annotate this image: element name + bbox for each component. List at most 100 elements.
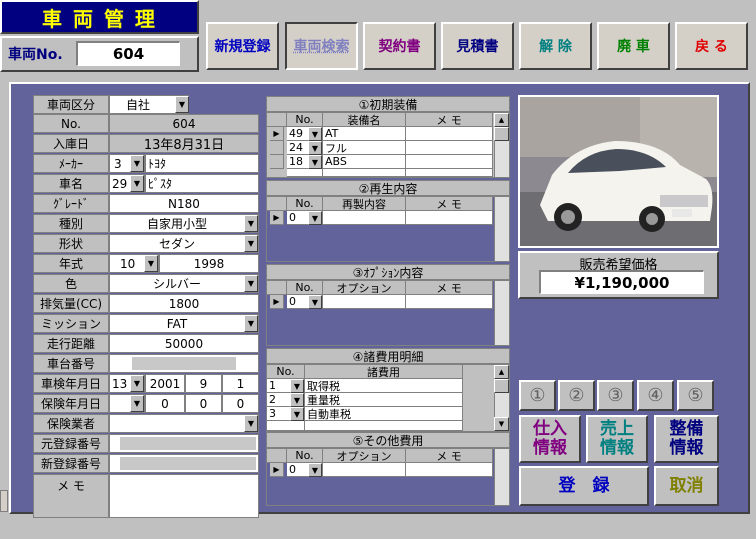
- other-col-memo: メ モ: [406, 449, 493, 463]
- nyuko-value[interactable]: 13年8月31日: [109, 134, 259, 153]
- car-name-dropdown-icon[interactable]: ▼: [130, 175, 144, 192]
- app-title-bar: 車 両 管 理: [0, 0, 199, 34]
- nenshiki-dropdown-icon[interactable]: ▼: [144, 255, 158, 272]
- initial-row-4-memo[interactable]: [406, 169, 493, 177]
- initial-row-2-selector[interactable]: [270, 141, 284, 155]
- other-scrollbar[interactable]: [494, 449, 509, 505]
- color-label: 色: [33, 274, 109, 293]
- shaken-year[interactable]: 2001: [145, 374, 185, 393]
- back-button[interactable]: 戻 る: [675, 22, 748, 70]
- other-row-memo[interactable]: [406, 463, 493, 477]
- shubetsu-dropdown-icon[interactable]: ▼: [244, 215, 258, 232]
- estimate-button[interactable]: 見積書: [441, 22, 514, 70]
- grade-value[interactable]: N180: [109, 194, 259, 213]
- keijo-dropdown-icon[interactable]: ▼: [244, 235, 258, 252]
- option-col-memo: メ モ: [406, 281, 493, 295]
- initial-row-1-dropdown-icon[interactable]: ▼: [308, 127, 322, 141]
- initial-row-2-memo[interactable]: [406, 141, 493, 155]
- insurer-dropdown-icon[interactable]: ▼: [244, 415, 258, 432]
- initial-row-3-name[interactable]: ABS: [323, 155, 406, 169]
- expenses-row-1-name[interactable]: 取得税: [305, 379, 463, 393]
- initial-row-3-dropdown-icon[interactable]: ▼: [308, 155, 322, 169]
- shaken-dropdown-icon[interactable]: ▼: [130, 375, 144, 392]
- cancel-button[interactable]: 取消: [654, 466, 719, 506]
- nenshiki-year[interactable]: 1998: [159, 254, 259, 273]
- other-row-dropdown-icon[interactable]: ▼: [308, 463, 322, 477]
- hoken-dropdown-icon[interactable]: ▼: [130, 395, 144, 412]
- expenses-scroll-down-icon[interactable]: ▼: [494, 417, 509, 431]
- page-5-button[interactable]: ⑤: [677, 380, 714, 411]
- mission-dropdown-icon[interactable]: ▼: [244, 315, 258, 332]
- keijo-select[interactable]: セダン: [109, 234, 259, 253]
- initial-row-1-name[interactable]: AT: [323, 127, 406, 141]
- recon-row-memo[interactable]: [406, 211, 493, 225]
- recon-row-dropdown-icon[interactable]: ▼: [308, 211, 322, 225]
- kubun-dropdown-icon[interactable]: ▼: [175, 96, 189, 113]
- new-reg-label: 新登録番号: [33, 454, 109, 473]
- initial-row-2-dropdown-icon[interactable]: ▼: [308, 141, 322, 155]
- other-row-selector-icon[interactable]: ▶: [270, 463, 284, 477]
- expenses-row-4-no[interactable]: [267, 421, 305, 431]
- expenses-row-3-name[interactable]: 自動車税: [305, 407, 463, 421]
- shaken-day[interactable]: 1: [222, 374, 259, 393]
- expenses-row-1-dropdown-icon[interactable]: ▼: [290, 379, 304, 393]
- initial-col-no: No.: [287, 113, 323, 127]
- initial-row-1-selector-icon[interactable]: ▶: [270, 127, 284, 141]
- expenses-row-4-name[interactable]: [305, 421, 463, 431]
- displacement-value[interactable]: 1800: [109, 294, 259, 313]
- expenses-scroll-up-icon[interactable]: ▲: [494, 365, 509, 379]
- hoken-day[interactable]: 0: [222, 394, 259, 413]
- price-field[interactable]: ¥1,190,000: [539, 270, 704, 294]
- initial-row-4-name[interactable]: [323, 169, 406, 177]
- initial-row-4-no[interactable]: [287, 169, 323, 177]
- vehicle-no-field[interactable]: 604: [76, 41, 180, 66]
- initial-row-3-memo[interactable]: [406, 155, 493, 169]
- hoken-label: 保険年月日: [33, 394, 109, 413]
- hoken-month[interactable]: 0: [185, 394, 222, 413]
- sales-info-button[interactable]: 売上 情報: [586, 415, 648, 463]
- mileage-value[interactable]: 50000: [109, 334, 259, 353]
- option-row-selector-icon[interactable]: ▶: [270, 295, 284, 309]
- recon-scrollbar[interactable]: [494, 197, 509, 261]
- maker-dropdown-icon[interactable]: ▼: [130, 155, 144, 172]
- hoken-year[interactable]: 0: [145, 394, 185, 413]
- scrap-button[interactable]: 廃 車: [597, 22, 670, 70]
- color-select[interactable]: シルバー: [109, 274, 259, 293]
- initial-scroll-thumb[interactable]: [494, 127, 509, 141]
- initial-row-1-memo[interactable]: [406, 127, 493, 141]
- expenses-scroll-thumb[interactable]: [494, 379, 509, 393]
- other-row-name[interactable]: [323, 463, 406, 477]
- expenses-row-3-dropdown-icon[interactable]: ▼: [290, 407, 304, 421]
- expenses-row-2-dropdown-icon[interactable]: ▼: [290, 393, 304, 407]
- shubetsu-select[interactable]: 自家用小型: [109, 214, 259, 233]
- insurer-select[interactable]: [109, 414, 259, 433]
- mission-select[interactable]: FAT: [109, 314, 259, 333]
- initial-scroll-up-icon[interactable]: ▲: [494, 113, 509, 127]
- release-button[interactable]: 解 除: [519, 22, 592, 70]
- recon-row-name[interactable]: [323, 211, 406, 225]
- recon-row-selector-icon[interactable]: ▶: [270, 211, 284, 225]
- nenshiki-label: 年式: [33, 254, 109, 273]
- shaken-month[interactable]: 9: [185, 374, 222, 393]
- maintenance-info-button[interactable]: 整備 情報: [654, 415, 719, 463]
- register-button[interactable]: 登 録: [519, 466, 649, 506]
- option-row-dropdown-icon[interactable]: ▼: [308, 295, 322, 309]
- expenses-col-no: No.: [267, 365, 305, 379]
- purchase-info-button[interactable]: 仕入 情報: [519, 415, 581, 463]
- option-scrollbar[interactable]: [494, 281, 509, 345]
- page-2-button[interactable]: ②: [558, 380, 595, 411]
- new-register-button[interactable]: 新規登録: [206, 22, 279, 70]
- contract-button[interactable]: 契約書: [363, 22, 436, 70]
- vehicle-search-button[interactable]: 車両検索: [285, 22, 358, 70]
- page-4-button[interactable]: ④: [637, 380, 674, 411]
- option-row-name[interactable]: [323, 295, 406, 309]
- kubun-label: 車両区分: [33, 95, 109, 114]
- memo-field[interactable]: [109, 474, 259, 518]
- initial-row-3-selector[interactable]: [270, 155, 284, 169]
- initial-row-2-name[interactable]: フル: [323, 141, 406, 155]
- page-1-button[interactable]: ①: [519, 380, 556, 411]
- color-dropdown-icon[interactable]: ▼: [244, 275, 258, 292]
- option-row-memo[interactable]: [406, 295, 493, 309]
- expenses-row-2-name[interactable]: 重量税: [305, 393, 463, 407]
- page-3-button[interactable]: ③: [597, 380, 634, 411]
